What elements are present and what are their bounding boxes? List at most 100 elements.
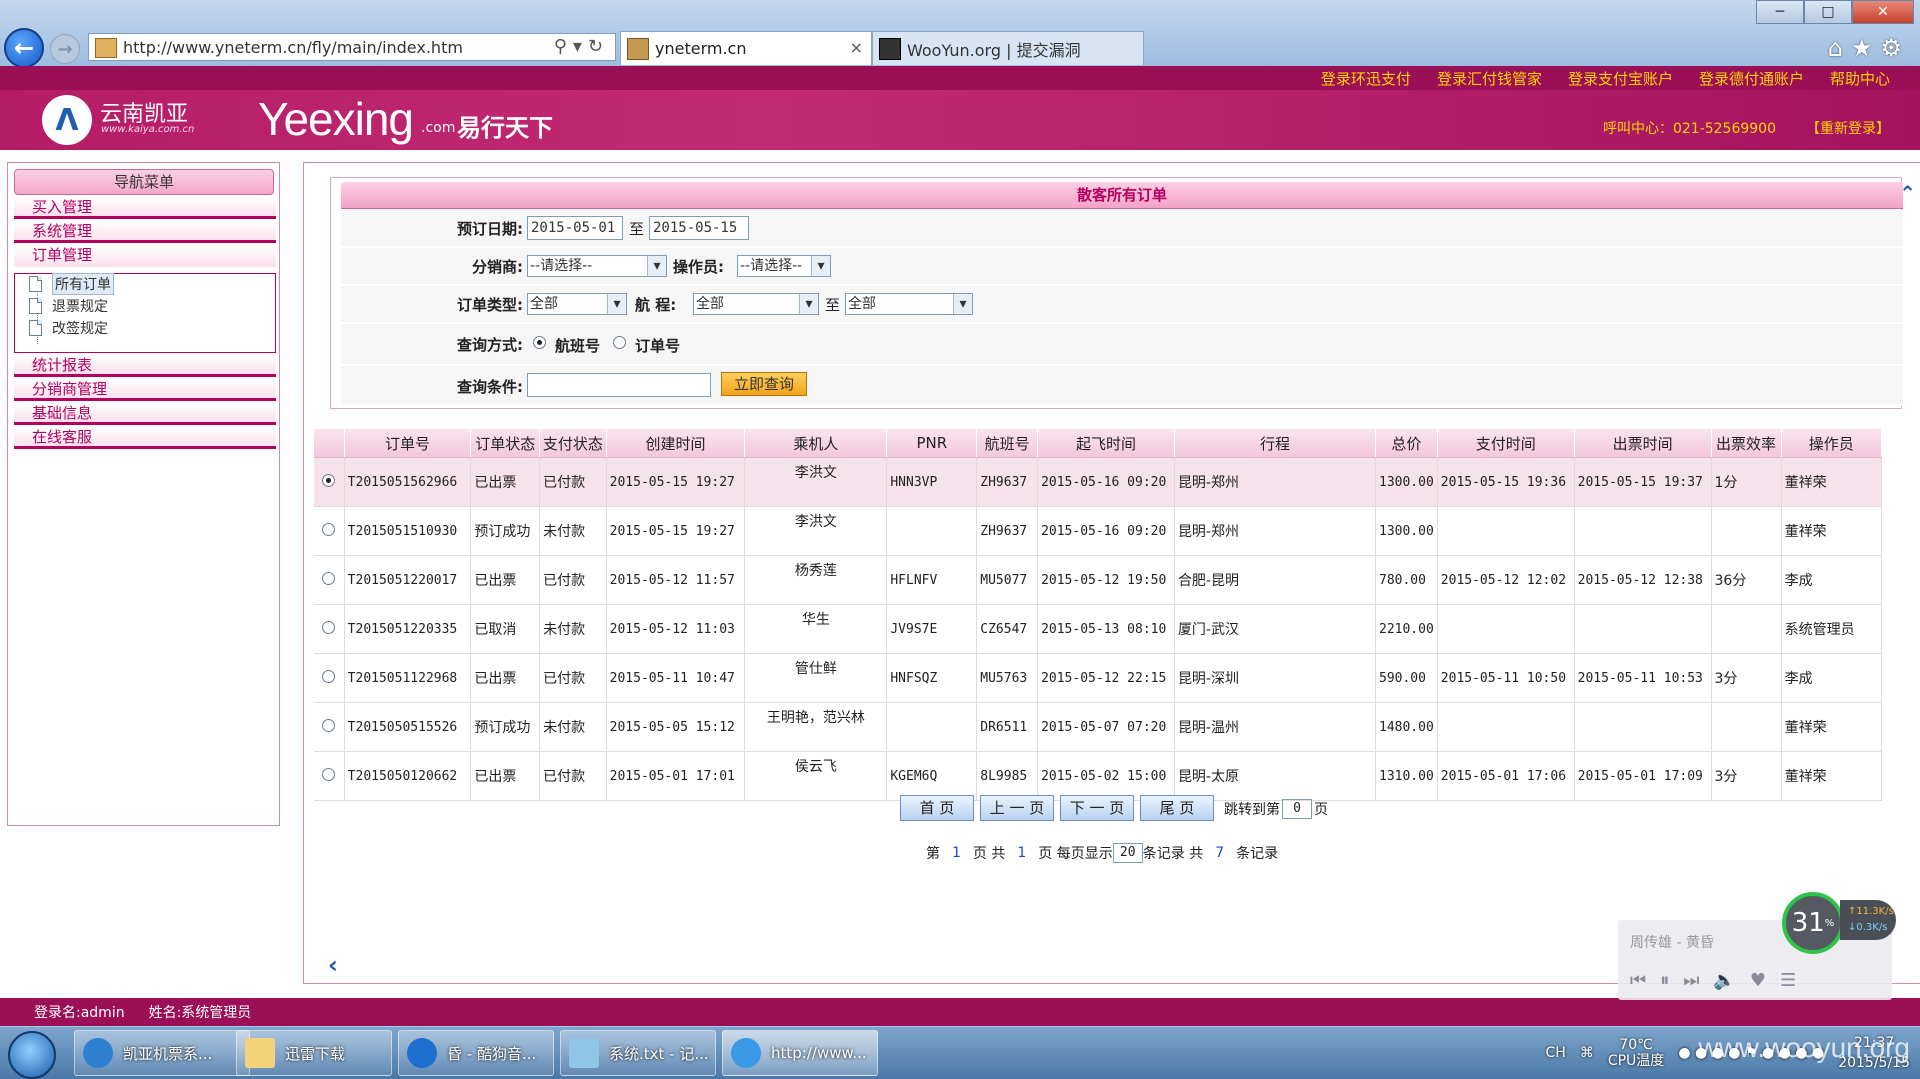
- submenu-all-orders[interactable]: 所有订单: [29, 273, 114, 295]
- sidebar-item-basic-info[interactable]: 基础信息: [14, 403, 276, 425]
- home-icon[interactable]: ⌂: [1828, 34, 1851, 62]
- link-defutong[interactable]: 登录德付通账户: [1699, 68, 1804, 89]
- prev-page-button[interactable]: 上 一 页: [980, 795, 1054, 821]
- first-page-button[interactable]: 首 页: [900, 795, 974, 821]
- menu-icon[interactable]: ☰: [1780, 970, 1810, 991]
- back-arrow-icon[interactable]: ←: [4, 28, 44, 68]
- maximize-icon[interactable]: □: [1804, 0, 1852, 24]
- cell-pay[interactable]: 已付款: [539, 751, 607, 801]
- task-notepad[interactable]: 系统.txt - 记...: [560, 1030, 716, 1076]
- link-alipay[interactable]: 登录支付宝账户: [1568, 68, 1673, 89]
- cell-status: 已出票: [470, 751, 541, 801]
- sidebar-item-purchase[interactable]: 买入管理: [14, 197, 276, 219]
- row-radio[interactable]: [322, 571, 336, 585]
- cell-pay[interactable]: 已付款: [539, 653, 607, 703]
- wooyun-watermark: www.wooyun.org: [1698, 1032, 1910, 1063]
- jump-to-page: 跳转到第 0 页: [1224, 799, 1328, 819]
- sidebar-item-distributors[interactable]: 分销商管理: [14, 379, 276, 401]
- sidebar-item-online-service[interactable]: 在线客服: [14, 427, 276, 449]
- radio-flight[interactable]: [533, 336, 546, 349]
- per-page-input[interactable]: 20: [1112, 843, 1143, 863]
- date-to-input[interactable]: 2015-05-15: [649, 216, 749, 240]
- table-row[interactable]: T2015051220335 已取消 未付款 2015-05-12 11:03 华生 JV…: [314, 604, 1883, 654]
- lang-indicator[interactable]: CH: [1546, 1045, 1566, 1061]
- cell-flight: DR6511: [976, 702, 1039, 752]
- route-from-select[interactable]: 全部: [693, 293, 819, 315]
- next-track-icon[interactable]: ⏭: [1683, 970, 1713, 991]
- folder-icon: [245, 1038, 275, 1068]
- condition-input[interactable]: [527, 373, 711, 397]
- minimize-icon[interactable]: ─: [1756, 0, 1804, 24]
- cell-pay[interactable]: 未付款: [539, 702, 607, 752]
- task-xunlei[interactable]: 迅雷下载: [236, 1030, 392, 1076]
- scroll-left-icon[interactable]: ‹: [328, 951, 338, 979]
- windows-start-icon[interactable]: [8, 1031, 56, 1079]
- cell-pay[interactable]: 未付款: [539, 604, 607, 654]
- link-huifu[interactable]: 登录汇付钱管家: [1437, 68, 1542, 89]
- row-booking-date: 预订日期: 2015-05-01 至 2015-05-15: [341, 210, 1903, 248]
- gear-icon[interactable]: ⚙: [1880, 34, 1910, 62]
- logo-subtext: www.kaiya.com.cn: [101, 124, 195, 135]
- col-ticket-time: 出票时间: [1574, 429, 1712, 458]
- cell-pnr: HNFSQZ: [886, 653, 978, 703]
- address-bar[interactable]: http://www.yneterm.cn/fly/main/index.htm…: [88, 33, 616, 61]
- heart-icon[interactable]: ♥: [1750, 970, 1780, 991]
- tab-wooyun[interactable]: WooYun.org | 提交漏洞: [872, 31, 1144, 65]
- table-row[interactable]: T2015051510930 预订成功 未付款 2015-05-15 19:27 李洪文…: [314, 506, 1883, 556]
- task-ie[interactable]: http://www...: [722, 1030, 878, 1076]
- operator-select[interactable]: --请选择--: [737, 255, 831, 277]
- table-row[interactable]: T2015051562966 已出票 已付款 2015-05-15 19:27 李洪文 H…: [314, 457, 1883, 507]
- relogin-link[interactable]: 【重新登录】: [1806, 118, 1890, 138]
- network-icon[interactable]: ⌘: [1580, 1045, 1594, 1061]
- forward-arrow-icon[interactable]: →: [50, 34, 80, 64]
- sidebar-item-system[interactable]: 系统管理: [14, 221, 276, 243]
- table-row[interactable]: T2015051220017 已出票 已付款 2015-05-12 11:57 杨秀莲 H…: [314, 555, 1883, 605]
- volume-icon[interactable]: 🔈: [1713, 970, 1749, 991]
- memory-gauge[interactable]: 31%: [1782, 892, 1844, 954]
- submenu-change-rules[interactable]: 改签规定: [29, 318, 108, 338]
- row-radio[interactable]: [322, 767, 336, 781]
- collapse-up-icon[interactable]: ⌃: [1899, 181, 1916, 205]
- table-row[interactable]: T2015050120662 已出票 已付款 2015-05-01 17:01 侯云飞 K…: [314, 751, 1883, 801]
- radio-order[interactable]: [613, 336, 626, 349]
- close-window-icon[interactable]: ✕: [1852, 0, 1914, 24]
- last-page-button[interactable]: 尾 页: [1140, 795, 1214, 821]
- jump-page-input[interactable]: 0: [1282, 799, 1312, 819]
- pause-icon[interactable]: ⏸: [1660, 970, 1683, 991]
- sidebar-item-reports[interactable]: 统计报表: [14, 355, 276, 377]
- order-type-select[interactable]: 全部: [527, 293, 627, 315]
- orders-table: 订单号 订单状态 支付状态 创建时间 乘机人 PNR 航班号 起飞时间 行程 总…: [314, 429, 1883, 801]
- row-radio[interactable]: [322, 473, 336, 487]
- favorites-star-icon[interactable]: ★: [1851, 34, 1881, 62]
- task-kugou[interactable]: 昏 - 酷狗音...: [398, 1030, 554, 1076]
- next-page-button[interactable]: 下 一 页: [1060, 795, 1134, 821]
- cell-price: 1310.00: [1375, 751, 1438, 801]
- route-to-select[interactable]: 全部: [845, 293, 973, 315]
- row-radio[interactable]: [322, 620, 336, 634]
- link-ips-pay[interactable]: 登录环迅支付: [1321, 68, 1411, 89]
- date-from-input[interactable]: 2015-05-01: [527, 216, 623, 240]
- browser-toolbar-icons: ⌂★⚙: [1828, 34, 1910, 62]
- status-bar: 登录名:admin 姓名:系统管理员: [0, 998, 1920, 1026]
- row-radio[interactable]: [322, 669, 336, 683]
- cell-created: 2015-05-12 11:03: [606, 604, 746, 654]
- link-help[interactable]: 帮助中心: [1830, 68, 1890, 89]
- tab-yneterm[interactable]: yneterm.cn ×: [620, 31, 872, 65]
- distributor-select[interactable]: --请选择--: [527, 255, 667, 277]
- table-row[interactable]: T2015050515526 预订成功 未付款 2015-05-05 15:12 王明艳…: [314, 702, 1883, 752]
- prev-track-icon[interactable]: ⏮: [1630, 970, 1660, 991]
- submenu-refund-rules[interactable]: 退票规定: [29, 296, 108, 316]
- row-radio[interactable]: [322, 522, 336, 536]
- row-radio[interactable]: [322, 718, 336, 732]
- cell-pay[interactable]: 已付款: [539, 555, 607, 605]
- sidebar-item-orders[interactable]: 订单管理: [14, 245, 276, 267]
- table-row[interactable]: T2015051122968 已出票 已付款 2015-05-11 10:47 管仕鲜 H…: [314, 653, 1883, 703]
- close-tab-icon[interactable]: ×: [850, 38, 863, 57]
- cell-pay[interactable]: 已付款: [539, 457, 607, 507]
- cell-pay[interactable]: 未付款: [539, 506, 607, 556]
- task-kaiya[interactable]: 凯亚机票系...: [74, 1030, 250, 1076]
- row-select-cell: [314, 555, 345, 605]
- search-button[interactable]: 立即查询: [721, 372, 807, 396]
- search-refresh-icon[interactable]: ⚲▾↻: [554, 36, 609, 57]
- site-favicon-icon: [95, 38, 117, 58]
